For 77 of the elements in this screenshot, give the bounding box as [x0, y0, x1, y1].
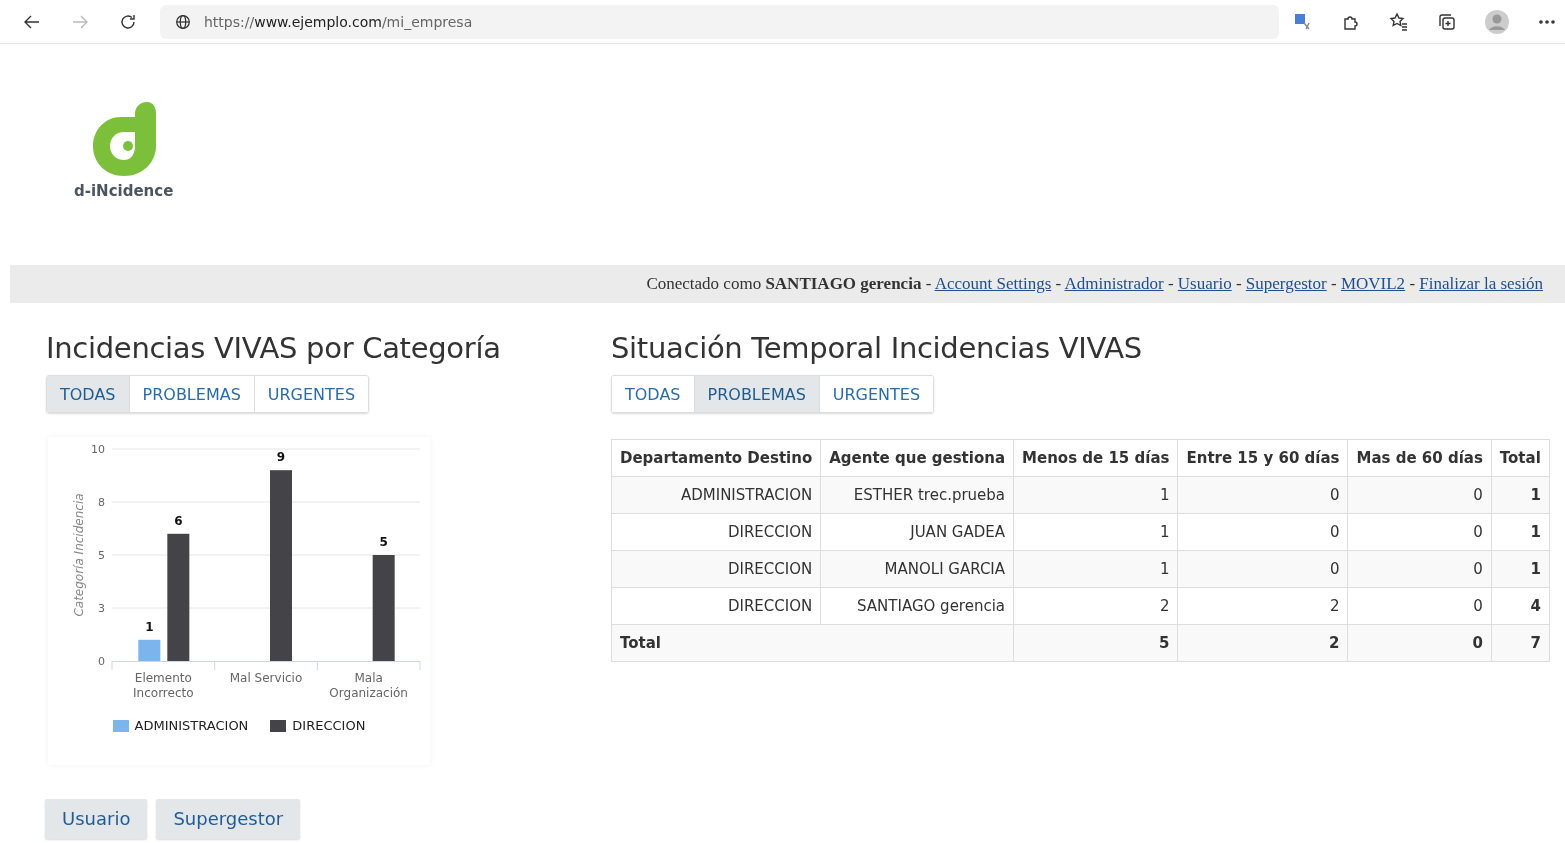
y-tick-label: 0	[98, 655, 105, 668]
y-tick-label: 8	[98, 496, 105, 509]
nav-link[interactable]: Administrador	[1064, 274, 1164, 293]
column-header: Total	[1491, 439, 1550, 477]
translate-icon[interactable]	[1293, 11, 1313, 32]
filter-tab[interactable]: TODAS	[47, 376, 130, 412]
table-cell: 0	[1347, 587, 1492, 625]
nav-link[interactable]: Supergestor	[1245, 274, 1327, 293]
table-cell: 1	[1491, 550, 1550, 588]
filter-tab[interactable]: URGENTES	[819, 376, 934, 412]
table-cell: 1	[1013, 550, 1178, 588]
table-cell: DIRECCION	[611, 513, 821, 551]
total-cell: Total	[611, 624, 1014, 662]
table-cell: 4	[1491, 587, 1550, 625]
collections-icon[interactable]	[1437, 11, 1457, 32]
total-cell: 7	[1491, 624, 1550, 662]
table-cell: 1	[1491, 476, 1550, 514]
table-cell: 0	[1177, 513, 1348, 551]
filter-tab[interactable]: PROBLEMAS	[129, 376, 255, 412]
panel-title: Situación Temporal Incidencias VIVAS	[611, 331, 1143, 365]
logo-icon	[90, 100, 157, 178]
table-cell: 0	[1347, 550, 1492, 588]
panel-title: Incidencias VIVAS por Categoría	[46, 331, 502, 365]
table-cell: ESTHER trec.prueba	[820, 476, 1014, 514]
y-tick-label: 3	[98, 602, 105, 615]
legend-label[interactable]: ADMINISTRACION	[134, 718, 249, 733]
nav-link[interactable]: Account Settings	[934, 274, 1052, 293]
y-tick-label: 10	[91, 443, 105, 456]
x-tick-label: Mal Servicio	[229, 671, 303, 685]
filter-tab[interactable]: TODAS	[612, 376, 695, 412]
data-label: 6	[174, 513, 183, 528]
table-cell: 1	[1491, 513, 1550, 551]
table-cell: ADMINISTRACION	[611, 476, 821, 514]
legend-label[interactable]: DIRECCION	[292, 718, 366, 733]
nav-link[interactable]: Usuario	[1177, 274, 1232, 293]
table-cell: MANOLI GARCIA	[820, 550, 1014, 588]
y-tick-label: 5	[98, 549, 105, 562]
table-cell: 2	[1177, 587, 1348, 625]
globe-icon[interactable]	[174, 12, 192, 31]
column-header: Entre 15 y 60 días	[1177, 439, 1348, 477]
table-cell: 0	[1347, 476, 1492, 514]
nav-button[interactable]: Usuario	[45, 799, 148, 839]
column-header: Menos de 15 días	[1013, 439, 1178, 477]
filter-tab[interactable]: PROBLEMAS	[694, 376, 820, 412]
table-cell: 0	[1347, 513, 1492, 551]
table-cell: DIRECCION	[611, 587, 821, 625]
bar	[138, 639, 161, 661]
table-cell: SANTIAGO gerencia	[820, 587, 1014, 625]
table-cell: 2	[1013, 587, 1178, 625]
column-header: Agente que gestiona	[820, 439, 1014, 477]
table-cell: JUAN GADEA	[820, 513, 1014, 551]
total-cell: 5	[1013, 624, 1178, 662]
total-cell: 2	[1177, 624, 1348, 662]
data-label: 1	[145, 619, 154, 634]
data-label: 9	[276, 450, 286, 465]
avatar-icon[interactable]	[1485, 9, 1509, 34]
table-cell: 1	[1013, 476, 1178, 514]
table-cell: 1	[1013, 513, 1178, 551]
favorites-star-icon[interactable]	[1389, 11, 1409, 32]
nav-link[interactable]: Finalizar la sesión	[1419, 274, 1543, 293]
y-axis-title: Categoría Incidencia	[72, 493, 86, 617]
table-cell: 0	[1177, 476, 1348, 514]
x-tick-label: Mala Organización	[329, 671, 408, 700]
table-cell: DIRECCION	[611, 550, 821, 588]
session-info: Conectado como SANTIAGO gerencia - Account Settings - Administrador - Usuario - Supergestor - MOVIL2 - Finalizar la sesión	[646, 274, 1543, 294]
total-cell: 0	[1347, 624, 1492, 662]
nav-link[interactable]: MOVIL2	[1340, 274, 1406, 293]
url-text: https://www.ejemplo.com/mi_empresa	[204, 13, 473, 30]
column-header: Departamento Destino	[611, 439, 821, 477]
data-label: 5	[379, 535, 388, 549]
column-header: Mas de 60 días	[1347, 439, 1492, 477]
filter-tab[interactable]: URGENTES	[254, 376, 369, 412]
x-tick-label: Elemento Incorrecto	[133, 671, 194, 700]
nav-button[interactable]: Supergestor	[156, 799, 301, 839]
address-bar[interactable]: https://www.ejemplo.com/mi_empresa	[160, 4, 1279, 39]
table-cell: 0	[1177, 550, 1348, 588]
logo-text: d-iNcidence	[74, 182, 174, 200]
